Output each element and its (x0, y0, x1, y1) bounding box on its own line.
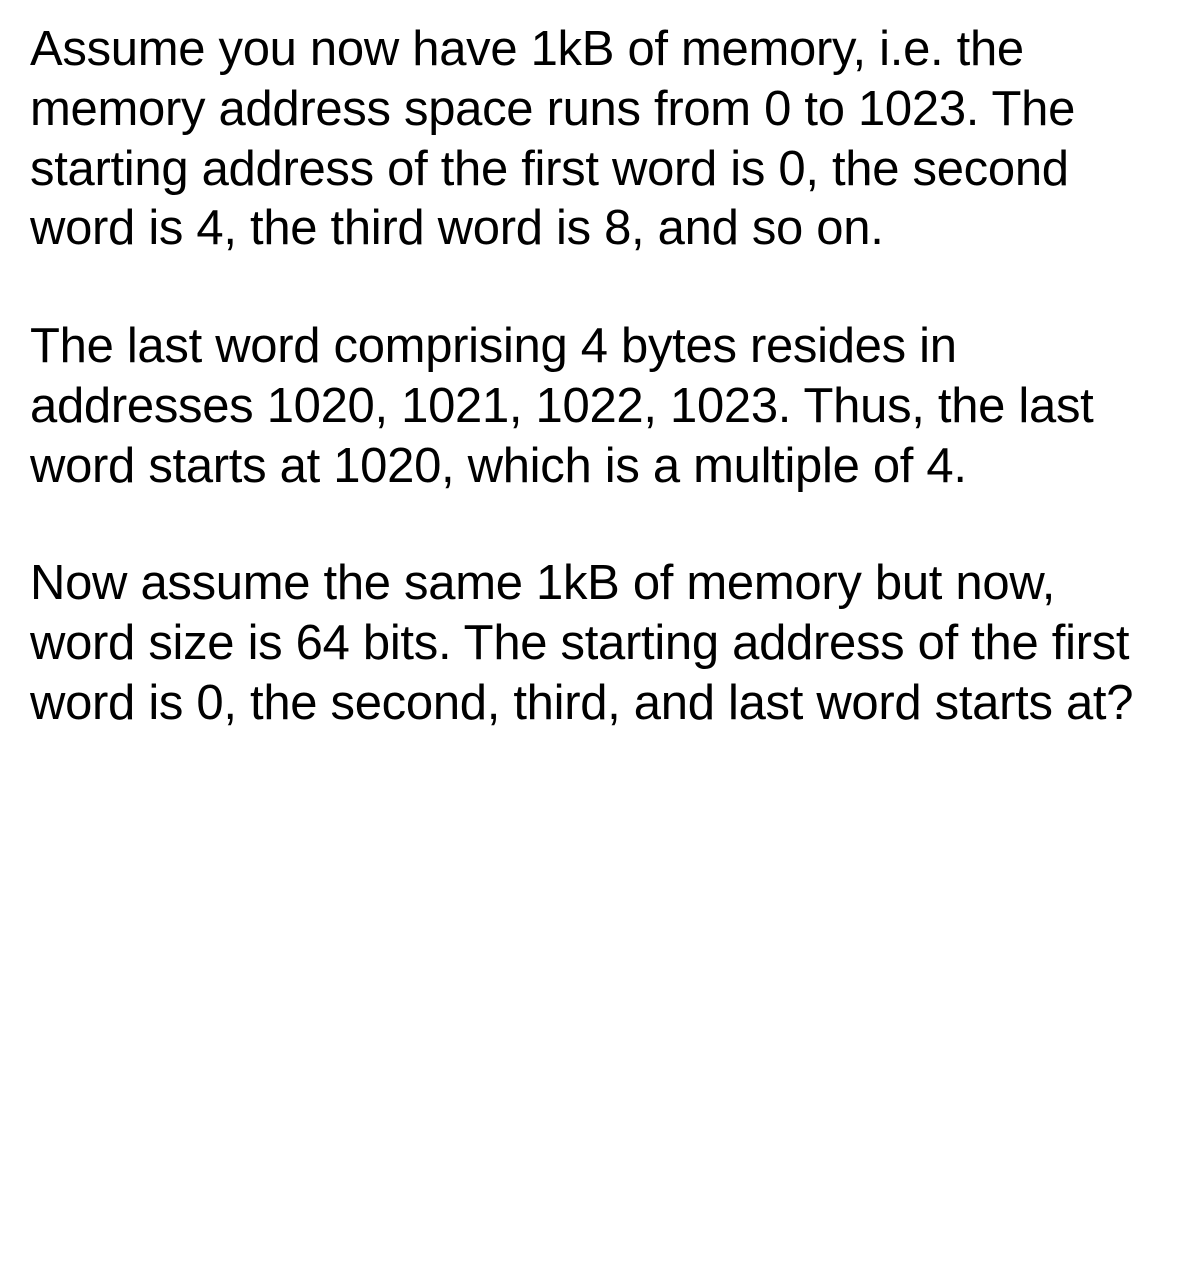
paragraph-2: The last word comprising 4 bytes resides… (30, 317, 1170, 496)
paragraph-3: Now assume the same 1kB of memory but no… (30, 554, 1170, 733)
paragraph-1: Assume you now have 1kB of memory, i.e. … (30, 20, 1170, 259)
